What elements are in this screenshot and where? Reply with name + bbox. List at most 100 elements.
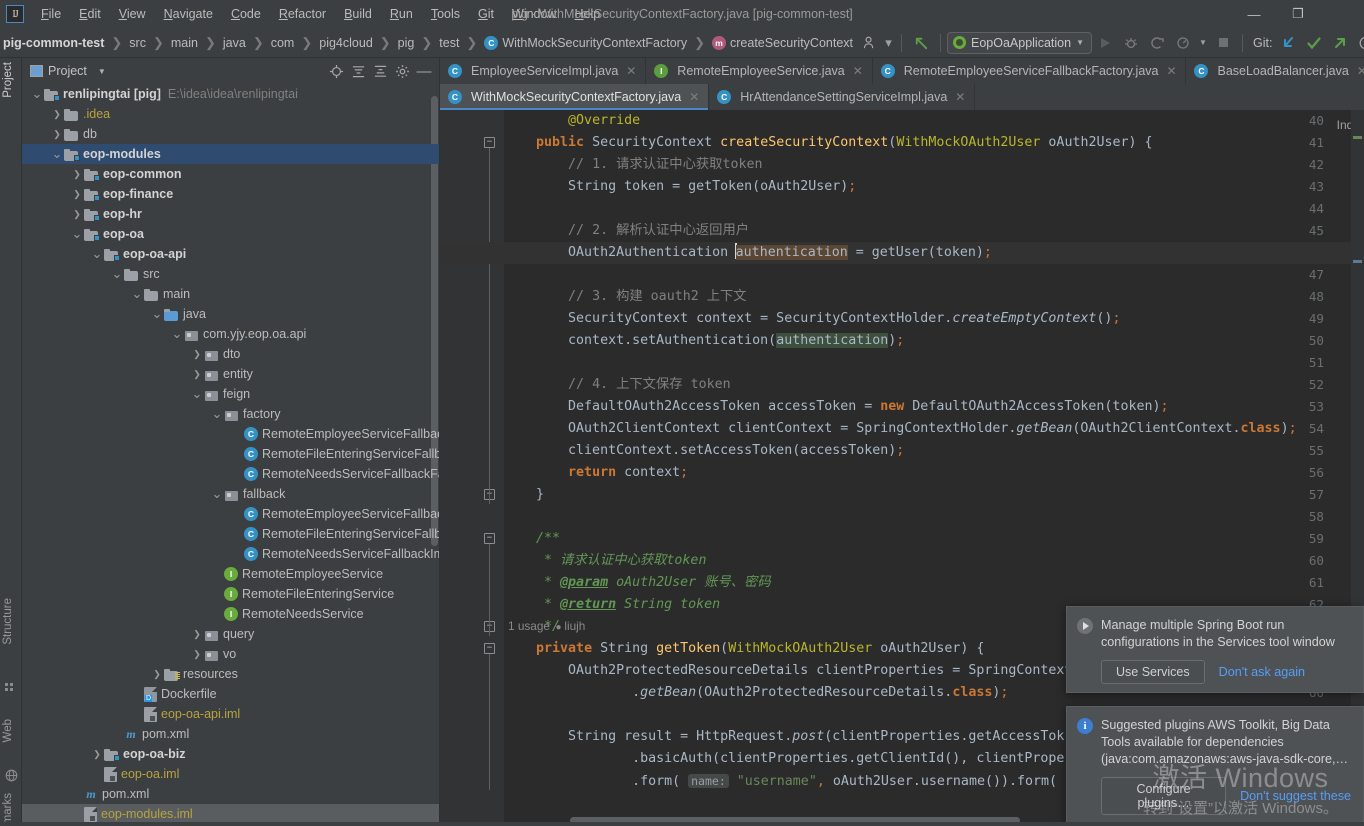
tree-node-dto[interactable]: ❯ dto	[22, 344, 439, 364]
breadcrumb-item-3[interactable]: java	[220, 34, 249, 52]
code-line-52[interactable]: // 4. 上下文保存 token	[504, 374, 731, 396]
chevron-down-icon[interactable]: ⌄	[110, 267, 124, 280]
tree-node-eop-oa[interactable]: ⌄ eop-oa	[22, 224, 439, 244]
menu-refactor[interactable]: Refactor	[270, 3, 335, 25]
fold-collapse-icon[interactable]: −	[484, 137, 495, 148]
chevron-down-icon[interactable]: ⌄	[190, 387, 204, 400]
profile-icon[interactable]	[1171, 31, 1195, 55]
code-line-42[interactable]: // 1. 请求认证中心获取token	[504, 154, 762, 176]
code-line-57[interactable]: }	[504, 484, 544, 506]
code-line-68[interactable]: String result = HttpRequest.post(clientP…	[504, 726, 1064, 748]
tree-node-feign[interactable]: ⌄ feign	[22, 384, 439, 404]
tree-node-remotefileenteringservicefallbackimpl[interactable]: C RemoteFileEnteringServiceFallbackImpl	[22, 524, 439, 544]
chevron-right-icon[interactable]: ❯	[70, 189, 84, 200]
chevron-down-icon[interactable]: ⌄	[170, 327, 184, 340]
tree-node--idea[interactable]: ❯ .idea	[22, 104, 439, 124]
tree-node-pom-xml[interactable]: m pom.xml	[22, 784, 439, 804]
tree-node-remotefileenteringservicefallbackfactory[interactable]: C RemoteFileEnteringServiceFallbackFactor…	[22, 444, 439, 464]
code-line-70[interactable]: .form( name: "username", oAuth2User.user…	[504, 770, 1073, 792]
menu-code[interactable]: Code	[222, 3, 270, 25]
close-icon[interactable]: ✕	[852, 64, 864, 78]
stripe-button-structure[interactable]: Structure	[2, 598, 14, 645]
minimize-icon[interactable]: —	[413, 60, 435, 82]
code-line-69[interactable]: .basicAuth(clientProperties.getClientId(…	[504, 748, 1064, 770]
code-line-40[interactable]: @Override	[504, 110, 640, 132]
tree-node-remoteemployeeservicefallbackfactory[interactable]: C RemoteEmployeeServiceFallbackFactory	[22, 424, 439, 444]
run-icon[interactable]	[1093, 31, 1117, 55]
chevron-down-icon[interactable]: ⌄	[70, 227, 84, 240]
collapse-all-icon[interactable]	[369, 60, 391, 82]
code-line-46[interactable]: OAuth2Authentication authentication = ge…	[440, 242, 1364, 264]
code-line-62[interactable]: * @return String token	[504, 594, 720, 616]
editor-tab-remoteemployeeservice-java[interactable]: I RemoteEmployeeService.java ✕	[646, 58, 873, 84]
tree-node-resources[interactable]: ❯ resources	[22, 664, 439, 684]
tree-node-eop-oa-api-iml[interactable]: eop-oa-api.iml	[22, 704, 439, 724]
chevron-down-icon[interactable]: ⌄	[210, 487, 224, 500]
tree-node-renlipingtai-pig-[interactable]: ⌄ renlipingtai [pig] E:\idea\idea\renlipin…	[22, 84, 439, 104]
code-line-55[interactable]: clientContext.setAccessToken(accessToken…	[504, 440, 904, 462]
code-line-59[interactable]: /**	[504, 528, 560, 550]
coverage-icon[interactable]	[1145, 31, 1169, 55]
use-services-button[interactable]: Use Services	[1101, 660, 1205, 684]
tree-node-eop-oa-iml[interactable]: eop-oa.iml	[22, 764, 439, 784]
editor-tab-hrattendancesettingserviceimpl-java[interactable]: C HrAttendanceSettingServiceImpl.java ✕	[709, 84, 976, 110]
menu-file[interactable]: File	[32, 3, 70, 25]
chevron-down-icon[interactable]: ⌄	[210, 407, 224, 420]
tree-node-main[interactable]: ⌄ main	[22, 284, 439, 304]
tree-node-eop-modules[interactable]: ⌄ eop-modules	[22, 144, 439, 164]
menu-git[interactable]: Git	[469, 3, 503, 25]
menu-view[interactable]: View	[110, 3, 155, 25]
editor-tab-withmocksecuritycontextfactory-java[interactable]: C WithMockSecurityContextFactory.java ✕	[440, 84, 710, 110]
expand-all-icon[interactable]	[347, 60, 369, 82]
chevron-right-icon[interactable]: ❯	[190, 369, 204, 380]
breadcrumb-item-4[interactable]: com	[268, 34, 298, 52]
chevron-right-icon[interactable]: ❯	[190, 349, 204, 360]
code-line-66[interactable]: .getBean(OAuth2ProtectedResourceDetails.…	[504, 682, 1008, 704]
code-line-49[interactable]: SecurityContext context = SecurityContex…	[504, 308, 1120, 330]
code-line-64[interactable]: private String getToken(WithMockOAuth2Us…	[504, 638, 984, 660]
configure-plugins-button[interactable]: Configure plugins…	[1101, 777, 1227, 815]
chevron-right-icon[interactable]: ❯	[70, 209, 84, 220]
code-vision-inlay[interactable]: 1 usage ● liujh	[440, 616, 585, 636]
breadcrumb-item-1[interactable]: src	[126, 34, 149, 52]
fold-collapse-icon[interactable]: −	[484, 533, 495, 544]
tree-node-src[interactable]: ⌄ src	[22, 264, 439, 284]
editor-tab-remoteemployeeservicefallbackfactory-java[interactable]: C RemoteEmployeeServiceFallbackFactory.ja…	[872, 58, 1187, 84]
chevron-down-icon[interactable]: ⌄	[130, 287, 144, 300]
back-arrow-icon[interactable]	[909, 31, 933, 55]
breadcrumb-item-0[interactable]: pig-common-test	[0, 34, 107, 52]
tree-node-remotefileenteringservice[interactable]: I RemoteFileEnteringService	[22, 584, 439, 604]
git-commit-icon[interactable]	[1302, 31, 1326, 55]
breadcrumb-item-6[interactable]: pig	[395, 34, 418, 52]
minimize-button[interactable]: —	[1232, 0, 1276, 28]
menu-window[interactable]: Window	[503, 3, 565, 25]
chevron-right-icon[interactable]: ❯	[50, 109, 64, 120]
editor-tab-baseloadbalancer-java[interactable]: C BaseLoadBalancer.java ✕	[1186, 58, 1364, 84]
tree-node-factory[interactable]: ⌄ factory	[22, 404, 439, 424]
git-update-icon[interactable]	[1276, 31, 1300, 55]
stop-icon[interactable]	[1211, 31, 1235, 55]
fold-collapse-icon[interactable]: −	[484, 643, 495, 654]
code-line-45[interactable]: // 2. 解析认证中心返回用户	[504, 220, 749, 242]
chevron-right-icon[interactable]: ❯	[50, 129, 64, 140]
breadcrumb-item-8[interactable]: C WithMockSecurityContextFactory	[481, 34, 690, 52]
tree-node-query[interactable]: ❯ query	[22, 624, 439, 644]
tree-node-remoteneedsservicefallbackfactory[interactable]: C RemoteNeedsServiceFallbackFactory	[22, 464, 439, 484]
menu-edit[interactable]: Edit	[70, 3, 110, 25]
stripe-button-web[interactable]: Web	[2, 719, 14, 742]
tree-node-eop-finance[interactable]: ❯ eop-finance	[22, 184, 439, 204]
editor-gutter[interactable]	[440, 110, 504, 826]
gear-icon[interactable]	[391, 60, 413, 82]
tree-node-pom-xml[interactable]: m pom.xml	[22, 724, 439, 744]
usage-count[interactable]: 1 usage	[508, 619, 550, 633]
debug-icon[interactable]	[1119, 31, 1143, 55]
close-icon[interactable]: ✕	[954, 90, 966, 104]
code-line-60[interactable]: * 请求认证中心获取token	[504, 550, 706, 572]
chevron-right-icon[interactable]: ❯	[70, 169, 84, 180]
tree-node-eop-oa-biz[interactable]: ❯ eop-oa-biz	[22, 744, 439, 764]
chevron-down-icon[interactable]: ⌄	[90, 247, 104, 260]
menu-tools[interactable]: Tools	[422, 3, 469, 25]
menu-navigate[interactable]: Navigate	[155, 3, 222, 25]
stripe-button-project[interactable]: Project	[2, 62, 14, 98]
tree-node-dockerfile[interactable]: Dockerfile	[22, 684, 439, 704]
